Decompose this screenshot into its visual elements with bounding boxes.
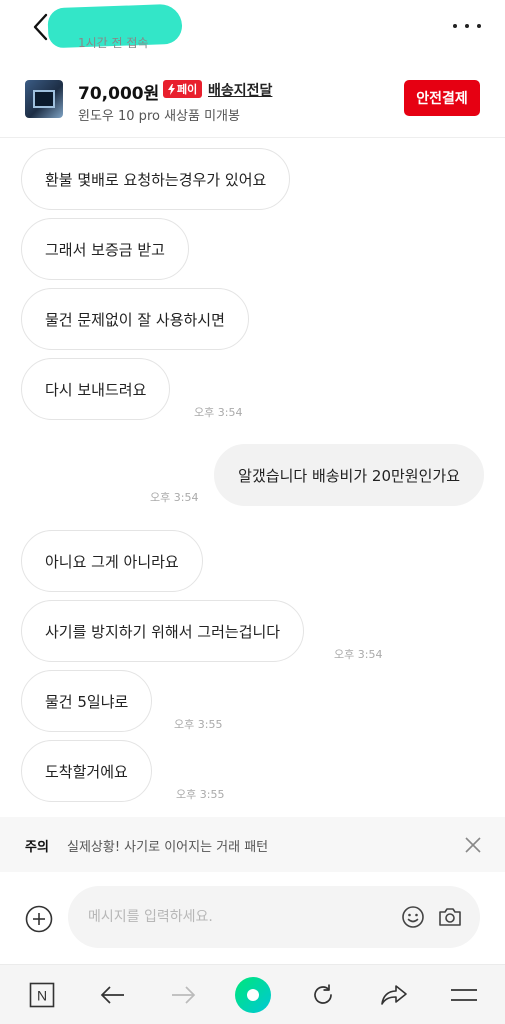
- product-summary[interactable]: 70,000원 페이 배송지전달 윈도우 10 pro 새상품 미개봉 안전결제: [0, 68, 505, 138]
- arrow-right-icon: [172, 986, 196, 1004]
- fraud-warning-banner: 주의 실제상황! 사기로 이어지는 거래 패턴: [0, 817, 505, 872]
- back-nav-button[interactable]: [95, 977, 131, 1013]
- message-bubble: 다시 보내드려요: [21, 358, 171, 420]
- lightning-icon: [168, 83, 175, 95]
- pay-badge: 페이: [163, 80, 203, 98]
- refresh-button[interactable]: [305, 977, 341, 1013]
- message-bubble: 물건 5일냐로: [21, 670, 153, 732]
- refresh-icon: [314, 984, 332, 1004]
- more-dots-icon: [453, 24, 457, 28]
- message-bubble: 환불 몇배로 요청하는경우가 있어요: [21, 148, 291, 210]
- product-thumbnail[interactable]: [25, 80, 63, 118]
- svg-text:N: N: [37, 988, 47, 1004]
- chevron-left-icon: [33, 13, 48, 41]
- last-seen-status: 1시간 전 접속: [78, 36, 149, 50]
- message-bubble: 도착할거에요: [21, 740, 152, 802]
- warning-text[interactable]: 실제상황! 사기로 이어지는 거래 패턴: [67, 836, 268, 855]
- menu-button[interactable]: [446, 977, 482, 1013]
- safe-payment-button[interactable]: 안전결제: [404, 80, 480, 116]
- message-time: 오후 3:55: [176, 788, 225, 801]
- more-options-button[interactable]: [453, 16, 481, 36]
- message-bubble-mine: 알갰습니다 배송비가 20만원인가요: [214, 444, 484, 506]
- smiley-icon: [402, 906, 424, 928]
- product-title: 윈도우 10 pro 새상품 미개봉: [78, 109, 240, 124]
- message-time: 오후 3:54: [150, 491, 199, 504]
- message-composer: [0, 872, 505, 964]
- message-time: 오후 3:55: [174, 718, 223, 731]
- forward-nav-button[interactable]: [165, 977, 201, 1013]
- close-icon: [465, 837, 481, 853]
- naver-n-icon: N: [29, 982, 55, 1008]
- delivery-address-link[interactable]: 배송지전달: [208, 80, 272, 100]
- browser-navbar: N: [0, 964, 505, 1024]
- warning-title: 주의: [25, 840, 49, 855]
- message-time: 오후 3:54: [194, 406, 243, 419]
- message-bubble: 아니요 그게 아니라요: [21, 530, 203, 592]
- message-time: 오후 3:54: [334, 648, 383, 661]
- camera-icon: [439, 908, 461, 926]
- message-bubble: 사기를 방지하기 위해서 그러는겁니다: [21, 600, 305, 662]
- arrow-left-icon: [100, 986, 124, 1004]
- message-bubble: 물건 문제없이 잘 사용하시면: [21, 288, 249, 350]
- product-price: 70,000원: [78, 84, 160, 104]
- home-button[interactable]: [235, 977, 271, 1013]
- tabs-button[interactable]: N: [24, 977, 60, 1013]
- share-arrow-icon: [381, 985, 407, 1005]
- hamburger-menu-icon: [451, 989, 477, 1001]
- camera-button[interactable]: [437, 904, 463, 930]
- plus-circle-icon: [25, 905, 53, 933]
- pay-badge-label: 페이: [177, 83, 198, 96]
- warning-close-button[interactable]: [463, 835, 483, 855]
- message-bubble: 그래서 보증금 받고: [21, 218, 189, 280]
- attach-button[interactable]: [24, 904, 54, 934]
- chat-header: 1시간 전 접속: [0, 0, 505, 58]
- share-button[interactable]: [376, 977, 412, 1013]
- emoji-button[interactable]: [400, 904, 426, 930]
